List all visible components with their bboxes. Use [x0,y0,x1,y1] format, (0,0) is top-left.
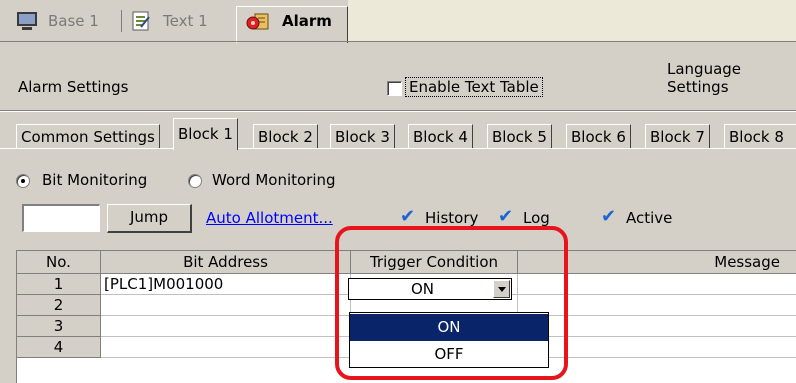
radio-selected-dot [21,179,25,183]
word-monitoring-label[interactable]: Word Monitoring [212,171,336,189]
language-settings-line1: Language [667,60,742,78]
tab-base-1[interactable]: Base 1 [16,8,99,34]
history-label: History [425,209,479,227]
tab-alarm-label: Alarm [282,12,332,30]
tab-text-1[interactable]: Text 1 [131,8,208,34]
message-cell[interactable] [518,316,796,337]
dropdown-option-on[interactable]: ON [350,314,548,341]
jump-button[interactable]: Jump [107,204,192,233]
row-number[interactable]: 2 [17,295,101,316]
trigger-condition-combo[interactable]: ON [348,278,512,300]
tab-alarm[interactable]: Alarm [246,8,332,34]
jump-number-input[interactable] [22,204,100,232]
tab-bar-background [348,0,796,41]
alarm-settings-title: Alarm Settings [18,78,129,96]
bit-address-cell[interactable]: [PLC1]M001000 [101,274,351,295]
bit-monitoring-label[interactable]: Bit Monitoring [42,171,147,189]
tab-divider [121,10,122,32]
tab-block-1[interactable]: Block 1 [173,118,238,150]
message-cell[interactable] [518,337,796,358]
tab-block-3[interactable]: Block 3 [330,124,395,149]
language-settings-line2: Settings [667,78,729,96]
chevron-down-icon [498,287,506,292]
tab-bar-border [0,41,796,42]
message-cell[interactable] [518,274,796,295]
alarm-icon [246,13,269,30]
bit-address-cell[interactable] [101,316,351,337]
tab-text-1-label: Text 1 [163,12,208,30]
bit-monitoring-radio[interactable] [16,174,30,188]
message-cell[interactable] [518,295,796,316]
active-label: Active [626,209,673,227]
text-doc-icon [132,11,150,31]
tab-block-7[interactable]: Block 7 [645,124,710,149]
row-number[interactable]: 1 [17,274,101,295]
column-header-no[interactable]: No. [17,251,101,274]
dropdown-option-off[interactable]: OFF [350,341,548,368]
active-check-icon[interactable]: ✔ [601,206,616,227]
header-divider-highlight [0,111,796,112]
dropdown-button[interactable] [493,280,510,298]
column-header-message[interactable]: Message [518,251,796,274]
block-tab-baseline [0,148,796,149]
tab-block-6[interactable]: Block 6 [566,124,631,149]
enable-text-table-checkbox[interactable] [387,81,402,96]
column-header-trigger-condition[interactable]: Trigger Condition [351,251,518,274]
column-header-bit-address[interactable]: Bit Address [101,251,351,274]
auto-allotment-link[interactable]: Auto Allotment... [206,209,333,227]
word-monitoring-radio[interactable] [188,174,202,188]
tab-block-2[interactable]: Block 2 [253,124,318,149]
log-label: Log [523,209,550,227]
trigger-condition-value: ON [411,280,435,298]
language-settings-button[interactable]: Language Settings [667,60,741,96]
row-number[interactable]: 3 [17,316,101,337]
row-number[interactable]: 4 [17,337,101,358]
enable-text-table-label[interactable]: Enable Text Table [405,77,543,97]
bit-address-cell[interactable] [101,295,351,316]
trigger-condition-dropdown-list: ON OFF [349,312,549,368]
tab-base-1-label: Base 1 [48,12,99,30]
tab-common-settings[interactable]: Common Settings [16,124,160,149]
document-tab-bar: Base 1 Text 1 Alarm [0,0,796,43]
history-check-icon[interactable]: ✔ [400,206,415,227]
tab-block-8[interactable]: Block 8 [724,124,796,149]
log-check-icon[interactable]: ✔ [498,206,513,227]
monitor-icon [17,12,37,30]
bit-address-cell[interactable] [101,337,351,358]
tab-block-5[interactable]: Block 5 [487,124,552,149]
tab-block-4[interactable]: Block 4 [408,124,473,149]
